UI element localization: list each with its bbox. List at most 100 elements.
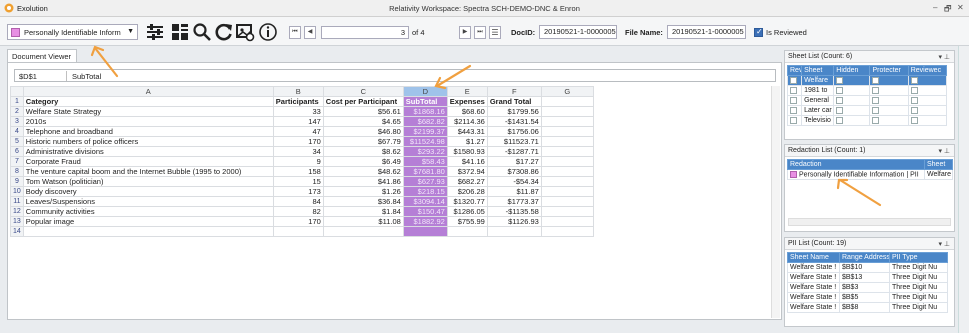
table-cell[interactable]: $11.87 — [486, 186, 542, 197]
table-cell[interactable]: 82 — [272, 206, 324, 217]
list-item[interactable]: General — [786, 95, 948, 106]
column-header[interactable]: Protecter — [869, 65, 909, 76]
filename-field[interactable]: 20190521-1-0000005 — [667, 25, 746, 39]
table-cell[interactable]: The venture capital boom and the Interne… — [22, 166, 274, 177]
table-cell[interactable]: $1882.92 — [402, 216, 448, 227]
table-cell[interactable]: $17.27 — [486, 156, 542, 167]
table-cell[interactable] — [540, 206, 594, 217]
list-item[interactable]: Welfare — [786, 75, 948, 86]
table-cell[interactable] — [540, 96, 594, 107]
table-cell[interactable]: $7308.86 — [486, 166, 542, 177]
column-header[interactable]: G — [540, 86, 594, 97]
reviewed-checkbox[interactable] — [790, 76, 797, 84]
reviewed-checkbox[interactable] — [790, 106, 797, 114]
table-cell[interactable]: -$1431.54 — [486, 116, 542, 127]
table-cell[interactable]: 2010s — [22, 116, 274, 127]
table-cell[interactable]: $1756.06 — [486, 126, 542, 137]
list-item[interactable]: Welfare State ! $B$13 Three Digit Nu — [787, 272, 948, 283]
table-cell[interactable]: Body discovery — [22, 186, 274, 197]
table-cell[interactable]: $293.22 — [402, 146, 448, 157]
column-header[interactable]: Hidden — [833, 65, 871, 76]
prev-page-button[interactable]: ◀ — [304, 26, 316, 39]
table-cell[interactable]: $46.80 — [322, 126, 404, 137]
hidden-checkbox[interactable] — [836, 106, 844, 114]
reviewed-checkbox[interactable] — [910, 76, 918, 84]
column-header[interactable]: E — [446, 86, 488, 97]
table-cell[interactable]: $1.84 — [322, 206, 404, 217]
table-cell[interactable]: -$1287.71 — [486, 146, 542, 157]
table-cell[interactable]: $41.86 — [322, 176, 404, 187]
column-header[interactable]: Range Address — [839, 252, 890, 263]
table-cell[interactable]: $1286.05 — [446, 206, 488, 217]
reviewed-checkbox[interactable] — [910, 106, 918, 114]
table-cell[interactable]: $67.79 — [322, 136, 404, 147]
column-header[interactable]: Sheet — [924, 159, 953, 170]
table-cell[interactable]: $1580.93 — [446, 146, 488, 157]
vertical-scrollbar[interactable] — [771, 86, 780, 318]
table-cell[interactable]: Telephone and broadband — [22, 126, 274, 137]
column-header[interactable]: Sheet — [801, 65, 835, 76]
table-cell[interactable] — [540, 146, 594, 157]
column-header[interactable]: PII Type — [889, 252, 948, 263]
table-cell[interactable]: $755.99 — [446, 216, 488, 227]
table-cell[interactable]: Expenses — [446, 96, 488, 107]
minimize-button[interactable]: – — [933, 3, 937, 12]
reviewed-checkbox[interactable] — [910, 96, 918, 104]
close-button[interactable]: ✕ — [957, 3, 964, 12]
protected-checkbox[interactable] — [872, 76, 880, 84]
table-cell[interactable]: 170 — [272, 216, 324, 227]
hidden-checkbox[interactable] — [836, 96, 844, 104]
column-header-selected[interactable]: D — [402, 86, 448, 97]
table-cell[interactable]: $372.94 — [446, 166, 488, 177]
next-page-button[interactable]: ▶ — [459, 26, 471, 39]
docid-field[interactable]: 20190521-1-0000005 — [539, 25, 617, 39]
redaction-list-table[interactable]: Redaction Sheet Personally Identifiable … — [787, 159, 953, 180]
table-cell[interactable]: $1799.56 — [486, 106, 542, 117]
table-cell[interactable]: Community activities — [22, 206, 274, 217]
table-cell[interactable]: $11524.98 — [402, 136, 448, 147]
list-item[interactable]: Televisio — [786, 115, 948, 126]
column-header[interactable]: Reviewec — [907, 65, 948, 76]
table-cell[interactable]: $58.43 — [402, 156, 448, 167]
table-cell[interactable]: -$54.34 — [486, 176, 542, 187]
grid-layout-icon[interactable] — [170, 22, 190, 42]
column-header[interactable]: B — [272, 86, 324, 97]
table-cell[interactable]: $682.27 — [446, 176, 488, 187]
table-cell[interactable]: $7681.80 — [402, 166, 448, 177]
column-header[interactable]: C — [322, 86, 404, 97]
table-cell[interactable]: $1.27 — [446, 136, 488, 147]
table-cell[interactable] — [540, 126, 594, 137]
table-cell[interactable]: $11523.71 — [486, 136, 542, 147]
pin-icon[interactable]: ▾ ⊥ — [938, 147, 950, 155]
list-item[interactable]: Later car — [786, 105, 948, 116]
list-item[interactable]: Welfare State ! $B$10 Three Digit Nu — [787, 262, 948, 273]
table-cell[interactable]: Historic numbers of police officers — [22, 136, 274, 147]
protected-checkbox[interactable] — [872, 96, 880, 104]
table-cell[interactable]: 173 — [272, 186, 324, 197]
protected-checkbox[interactable] — [872, 116, 880, 124]
table-cell[interactable]: $218.15 — [402, 186, 448, 197]
table-cell[interactable]: $41.16 — [446, 156, 488, 167]
table-cell[interactable]: Corporate Fraud — [22, 156, 274, 167]
table-cell[interactable]: Welfare State Strategy — [22, 106, 274, 117]
list-item[interactable]: Welfare State ! $B$8 Three Digit Nu — [787, 302, 948, 313]
search-icon[interactable] — [192, 22, 212, 42]
table-cell[interactable]: $68.60 — [446, 106, 488, 117]
pii-list-table[interactable]: Sheet Name Range Address PII Type Welfar… — [787, 252, 948, 313]
table-cell[interactable] — [540, 156, 594, 167]
selected-cell[interactable]: SubTotal — [402, 96, 448, 107]
table-cell[interactable]: $36.84 — [322, 196, 404, 207]
table-cell[interactable]: $2114.36 — [446, 116, 488, 127]
is-reviewed-checkbox[interactable] — [754, 27, 763, 37]
table-cell[interactable]: $3094.14 — [402, 196, 448, 207]
table-cell[interactable] — [540, 196, 594, 207]
side-dock-strip[interactable] — [958, 46, 969, 333]
column-header[interactable]: Sheet Name — [787, 252, 840, 263]
pin-icon[interactable]: ▾ ⊥ — [938, 240, 950, 248]
reviewed-checkbox[interactable] — [790, 96, 797, 104]
formula-bar[interactable]: $D$1 SubTotal — [14, 69, 776, 82]
info-icon[interactable] — [258, 22, 278, 42]
table-cell[interactable]: $1868.16 — [402, 106, 448, 117]
sliders-icon[interactable] — [145, 22, 165, 42]
table-cell[interactable]: $4.65 — [322, 116, 404, 127]
